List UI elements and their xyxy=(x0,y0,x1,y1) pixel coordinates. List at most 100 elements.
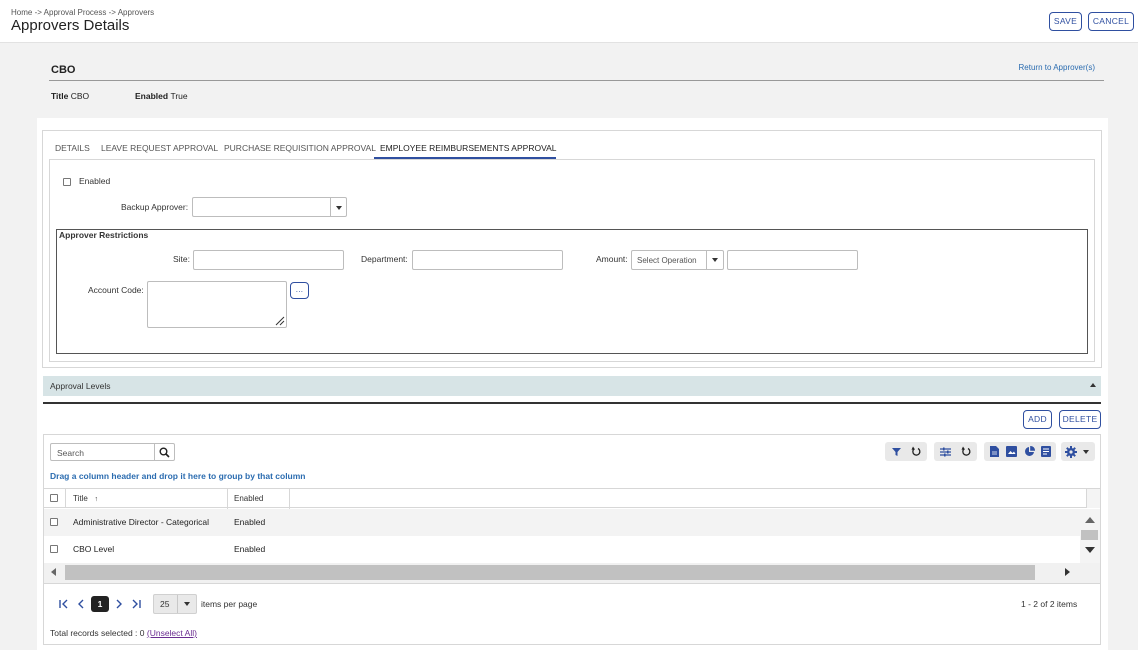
gear-icon[interactable] xyxy=(1065,446,1077,458)
unselect-all-link[interactable]: (Unselect All) xyxy=(147,628,197,638)
horizontal-scroll-thumb[interactable] xyxy=(65,565,1035,580)
table-row[interactable]: Administrative Director - Categorical En… xyxy=(44,509,1080,536)
search-separator xyxy=(154,444,155,460)
title-value: CBO xyxy=(70,91,90,101)
filter-icon[interactable] xyxy=(892,447,902,457)
current-page-button[interactable]: 1 xyxy=(91,596,109,612)
accordion-divider xyxy=(43,402,1101,404)
title-info: Title CBO xyxy=(51,91,89,101)
approver-name: CBO xyxy=(51,64,76,76)
search-icon[interactable] xyxy=(159,447,170,458)
page-title: Approvers Details xyxy=(11,17,130,34)
delete-button[interactable]: DELETE xyxy=(1059,410,1101,429)
dropdown-separator xyxy=(330,198,331,216)
row-title: Administrative Director - Categorical xyxy=(73,517,210,527)
add-button[interactable]: ADD xyxy=(1023,410,1052,429)
enabled-info: Enabled True xyxy=(135,91,188,101)
page-size-dropdown[interactable]: 25 xyxy=(153,594,197,614)
sort-ascending-icon: ↑ xyxy=(94,496,99,503)
row-checkbox[interactable] xyxy=(50,518,58,526)
chevron-down-icon[interactable] xyxy=(336,206,342,210)
cancel-button[interactable]: CANCEL xyxy=(1088,12,1134,31)
page-size-value: 25 xyxy=(160,599,170,609)
amount-operation-dropdown[interactable]: Select Operation xyxy=(631,250,724,270)
header-scroll-spacer xyxy=(1086,489,1100,508)
report-icon[interactable] xyxy=(1041,446,1051,457)
search-input[interactable]: Search xyxy=(50,443,175,461)
row-enabled: Enabled xyxy=(234,517,266,527)
account-code-textarea[interactable] xyxy=(147,281,287,328)
group-by-drop-zone[interactable]: Drag a column header and drop it here to… xyxy=(50,471,306,481)
tab-employee-reimbursements-approval[interactable]: EMPLOYEE REIMBURSEMENTS APPROVAL xyxy=(380,143,557,153)
row-title: CBO Level xyxy=(73,544,115,554)
columns-icon[interactable] xyxy=(940,447,951,457)
last-page-icon[interactable] xyxy=(131,599,141,609)
chevron-down-icon[interactable] xyxy=(712,258,718,262)
row-enabled: Enabled xyxy=(234,544,266,554)
title-label: Title xyxy=(51,91,69,101)
reset-icon[interactable] xyxy=(961,446,971,457)
row-checkbox[interactable] xyxy=(50,545,58,553)
dropdown-separator xyxy=(706,251,707,269)
settings-toolbar-group[interactable] xyxy=(1061,442,1095,461)
previous-page-icon[interactable] xyxy=(77,599,85,609)
save-button[interactable]: SAVE xyxy=(1049,12,1082,31)
enabled-checkbox-label: Enabled xyxy=(79,176,111,186)
export-image-icon[interactable] xyxy=(1006,446,1017,457)
scroll-down-icon[interactable] xyxy=(1085,547,1095,553)
column-title-label: Title xyxy=(73,494,88,503)
column-divider xyxy=(65,489,66,508)
chart-icon[interactable] xyxy=(1024,446,1035,457)
first-page-icon[interactable] xyxy=(59,599,69,609)
tab-leave-request-approval[interactable]: LEAVE REQUEST APPROVAL xyxy=(101,143,218,153)
amount-input[interactable] xyxy=(727,250,858,270)
amount-label: Amount: xyxy=(596,254,628,264)
items-per-page-label: items per page xyxy=(201,599,258,609)
grid-header xyxy=(44,488,1100,508)
chevron-down-icon[interactable] xyxy=(1083,450,1089,454)
department-label: Department: xyxy=(361,254,408,264)
site-label: Site: xyxy=(173,254,191,264)
column-header-title[interactable]: Title ↑ xyxy=(73,494,98,503)
dropdown-separator xyxy=(177,595,178,613)
filter-toolbar-group xyxy=(885,442,927,461)
return-link[interactable]: Return to Approver(s) xyxy=(1019,63,1095,72)
table-row[interactable]: CBO Level Enabled xyxy=(44,536,1080,563)
search-placeholder: Search xyxy=(57,448,84,458)
export-pdf-icon[interactable] xyxy=(990,446,999,457)
selected-count: Total records selected : 0 (Unselect All… xyxy=(50,628,197,638)
department-input[interactable] xyxy=(412,250,563,270)
scroll-right-icon[interactable] xyxy=(1065,568,1070,576)
approval-levels-accordion[interactable] xyxy=(43,376,1101,396)
grid-divider xyxy=(44,583,1100,584)
account-code-lookup-button[interactable]: ... xyxy=(290,282,309,299)
reset-icon[interactable] xyxy=(911,446,921,457)
approver-restrictions-legend: Approver Restrictions xyxy=(59,230,149,240)
divider xyxy=(49,80,1104,81)
breadcrumb[interactable]: Home -> Approval Process -> Approvers xyxy=(11,8,154,17)
column-header-enabled[interactable]: Enabled xyxy=(234,494,263,503)
account-code-label: Account Code: xyxy=(88,285,144,295)
chevron-down-icon[interactable] xyxy=(184,602,190,606)
vertical-scroll-thumb[interactable] xyxy=(1081,530,1098,540)
horizontal-scrollbar[interactable] xyxy=(44,563,1100,583)
columns-toolbar-group xyxy=(934,442,977,461)
scroll-left-icon[interactable] xyxy=(51,568,56,576)
chevron-up-icon[interactable] xyxy=(1090,383,1096,387)
page-header xyxy=(0,0,1138,43)
resize-handle-icon[interactable] xyxy=(275,316,285,326)
enabled-checkbox[interactable] xyxy=(63,178,71,186)
enabled-label: Enabled xyxy=(135,91,169,101)
amount-operation-placeholder: Select Operation xyxy=(637,256,697,265)
approval-levels-title: Approval Levels xyxy=(50,381,111,391)
site-input[interactable] xyxy=(193,250,344,270)
backup-approver-label: Backup Approver: xyxy=(121,202,189,212)
backup-approver-dropdown[interactable] xyxy=(192,197,347,217)
scroll-up-icon[interactable] xyxy=(1085,517,1095,523)
selected-count-text: Total records selected : 0 xyxy=(50,628,145,638)
tab-details[interactable]: DETAILS xyxy=(55,143,90,153)
tab-purchase-requisition-approval[interactable]: PURCHASE REQUISITION APPROVAL xyxy=(224,143,376,153)
next-page-icon[interactable] xyxy=(115,599,123,609)
vertical-scrollbar[interactable] xyxy=(1080,509,1100,563)
select-all-checkbox[interactable] xyxy=(50,494,58,502)
